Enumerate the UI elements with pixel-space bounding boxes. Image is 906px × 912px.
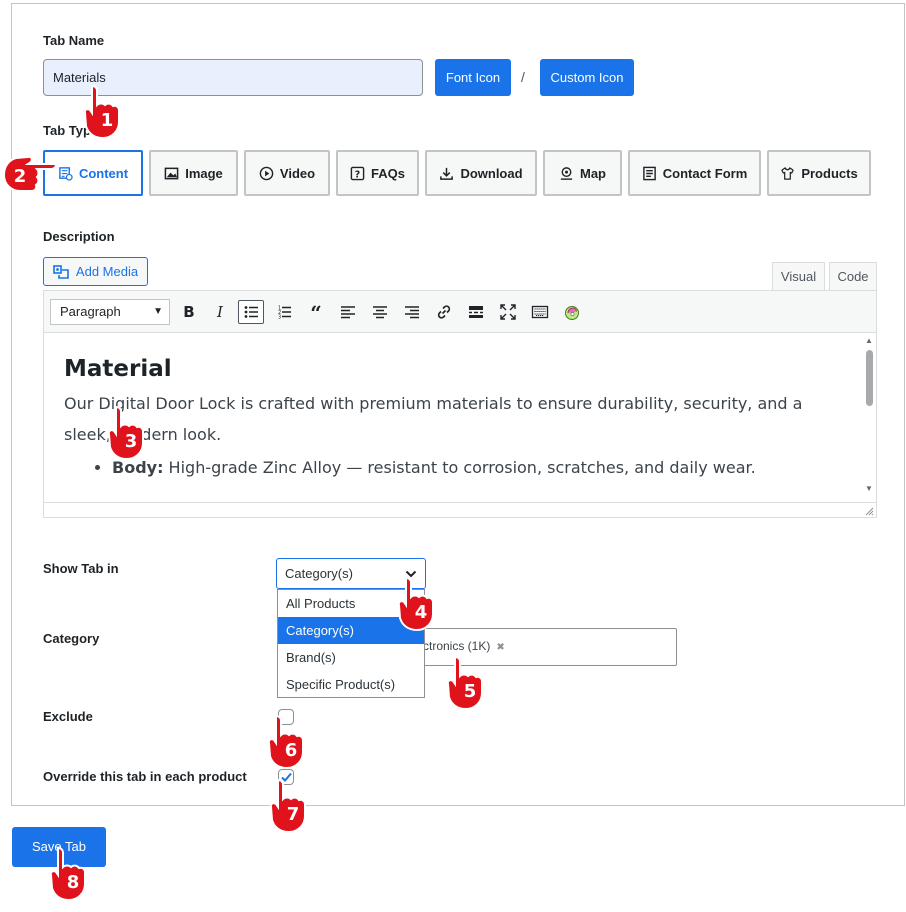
show-tab-in-label: Show Tab in bbox=[43, 561, 119, 576]
step-marker-2: 2 bbox=[2, 156, 58, 192]
tab-type-contact-form[interactable]: Contact Form bbox=[628, 150, 761, 196]
keyboard-icon[interactable] bbox=[527, 300, 553, 324]
ai-assistant-icon[interactable] bbox=[559, 300, 585, 324]
step-marker-2-number: 2 bbox=[14, 166, 27, 187]
tab-type-video[interactable]: Video bbox=[244, 150, 330, 196]
step-marker-8: 8 bbox=[50, 846, 86, 902]
step-marker-6: 6 bbox=[268, 714, 304, 770]
category-field[interactable]: ctronics (1K) ✖ bbox=[400, 628, 677, 666]
option-brands[interactable]: Brand(s) bbox=[278, 644, 424, 671]
bold-icon[interactable]: B bbox=[176, 300, 202, 324]
fullscreen-icon[interactable] bbox=[495, 300, 521, 324]
show-tab-in-value: Category(s) bbox=[285, 566, 353, 581]
tab-code[interactable]: Code bbox=[829, 262, 877, 291]
format-select-value: Paragraph bbox=[60, 304, 121, 319]
editor-statusbar bbox=[44, 502, 876, 517]
description-editor[interactable]: Paragraph ▼ B I 123 “ Material Our Digit… bbox=[43, 290, 877, 518]
add-media-button[interactable]: Add Media bbox=[43, 257, 148, 286]
svg-text:?: ? bbox=[355, 169, 360, 180]
tab-visual[interactable]: Visual bbox=[772, 262, 825, 292]
content-paragraph: Our Digital Door Lock is crafted with pr… bbox=[64, 394, 803, 444]
content-heading: Material bbox=[64, 356, 172, 382]
tab-type-content[interactable]: Content bbox=[43, 150, 143, 196]
resize-handle-icon[interactable] bbox=[864, 506, 874, 516]
tab-type-video-label: Video bbox=[279, 165, 316, 181]
remove-icon[interactable]: ✖ bbox=[496, 642, 504, 653]
editor-content[interactable]: Material Our Digital Door Lock is crafte… bbox=[44, 334, 862, 494]
tab-name-label: Tab Name bbox=[43, 33, 105, 48]
editor-toolbar: Paragraph ▼ B I 123 “ bbox=[44, 291, 876, 333]
scroll-up-icon[interactable]: ▲ bbox=[865, 336, 873, 345]
option-specific-products[interactable]: Specific Product(s) bbox=[278, 671, 424, 698]
tab-type-faqs[interactable]: ? FAQs bbox=[336, 150, 419, 196]
align-right-icon[interactable] bbox=[399, 300, 425, 324]
blockquote-icon[interactable]: “ bbox=[303, 300, 329, 324]
tab-type-image-label: Image bbox=[185, 165, 223, 181]
products-icon bbox=[781, 166, 795, 180]
link-icon[interactable] bbox=[431, 300, 457, 324]
category-chip: ctronics (1K) ✖ bbox=[423, 639, 505, 653]
tab-type-map[interactable]: Map bbox=[543, 150, 622, 196]
font-icon-button[interactable]: Font Icon bbox=[435, 59, 511, 96]
exclude-label: Exclude bbox=[43, 709, 93, 724]
override-label: Override this tab in each product bbox=[43, 769, 247, 784]
align-left-icon[interactable] bbox=[335, 300, 361, 324]
format-select[interactable]: Paragraph ▼ bbox=[50, 299, 170, 325]
category-label: Category bbox=[43, 631, 100, 646]
svg-text:I: I bbox=[216, 303, 224, 321]
step-marker-7: 7 bbox=[270, 778, 306, 834]
step-marker-7-number: 7 bbox=[287, 804, 300, 825]
step-marker-3: 3 bbox=[108, 405, 144, 461]
tab-type-map-label: Map bbox=[580, 165, 606, 181]
add-media-label: Add Media bbox=[75, 264, 139, 279]
tab-type-download[interactable]: Download bbox=[425, 150, 537, 196]
step-marker-4-number: 4 bbox=[415, 602, 428, 623]
step-marker-5-number: 5 bbox=[464, 681, 477, 702]
download-icon bbox=[440, 167, 454, 180]
map-icon bbox=[560, 166, 573, 180]
svg-text:3: 3 bbox=[278, 315, 281, 321]
tab-type-contact-form-label: Contact Form bbox=[662, 165, 748, 181]
step-marker-4: 4 bbox=[398, 576, 434, 632]
tab-type-download-label: Download bbox=[460, 165, 523, 181]
faqs-icon: ? bbox=[350, 166, 365, 180]
video-icon bbox=[259, 166, 274, 180]
bullet-list-icon[interactable] bbox=[238, 300, 264, 324]
step-marker-5: 5 bbox=[447, 655, 483, 711]
content-bullet-item: Body: High-grade Zinc Alloy — resistant … bbox=[112, 458, 842, 477]
tab-type-content-label: Content bbox=[78, 165, 129, 181]
scrollbar-thumb[interactable] bbox=[866, 350, 873, 406]
italic-icon[interactable]: I bbox=[207, 300, 233, 324]
description-label: Description bbox=[43, 229, 115, 244]
step-marker-1-number: 1 bbox=[101, 110, 114, 131]
bullet-text: High-grade Zinc Alloy — resistant to cor… bbox=[163, 458, 756, 477]
category-chip-label: ctronics (1K) bbox=[423, 639, 491, 653]
step-marker-3-number: 3 bbox=[125, 431, 138, 452]
content-icon bbox=[59, 166, 73, 181]
tab-type-products-label: Products bbox=[801, 165, 858, 181]
content-bullet-list: Body: High-grade Zinc Alloy — resistant … bbox=[64, 458, 842, 477]
tab-type-faqs-label: FAQs bbox=[371, 165, 405, 181]
step-marker-6-number: 6 bbox=[285, 740, 298, 761]
tab-type-products[interactable]: Products bbox=[767, 150, 871, 196]
image-icon bbox=[164, 167, 179, 179]
contact-form-icon bbox=[642, 166, 656, 180]
step-marker-8-number: 8 bbox=[67, 872, 80, 893]
scroll-down-icon[interactable]: ▼ bbox=[865, 484, 873, 493]
align-center-icon[interactable] bbox=[367, 300, 393, 324]
tab-type-image[interactable]: Image bbox=[149, 150, 238, 196]
numbered-list-icon[interactable]: 123 bbox=[271, 300, 297, 324]
editor-scrollbar[interactable]: ▲ ▼ bbox=[862, 334, 876, 494]
read-more-icon[interactable] bbox=[463, 300, 489, 324]
chevron-down-icon: ▼ bbox=[153, 306, 163, 317]
svg-text:B: B bbox=[183, 303, 194, 321]
step-marker-1: 1 bbox=[84, 84, 120, 140]
custom-icon-button[interactable]: Custom Icon bbox=[540, 59, 634, 96]
svg-text:“: “ bbox=[310, 303, 322, 321]
icon-separator: / bbox=[521, 69, 525, 85]
add-media-icon bbox=[53, 264, 69, 279]
